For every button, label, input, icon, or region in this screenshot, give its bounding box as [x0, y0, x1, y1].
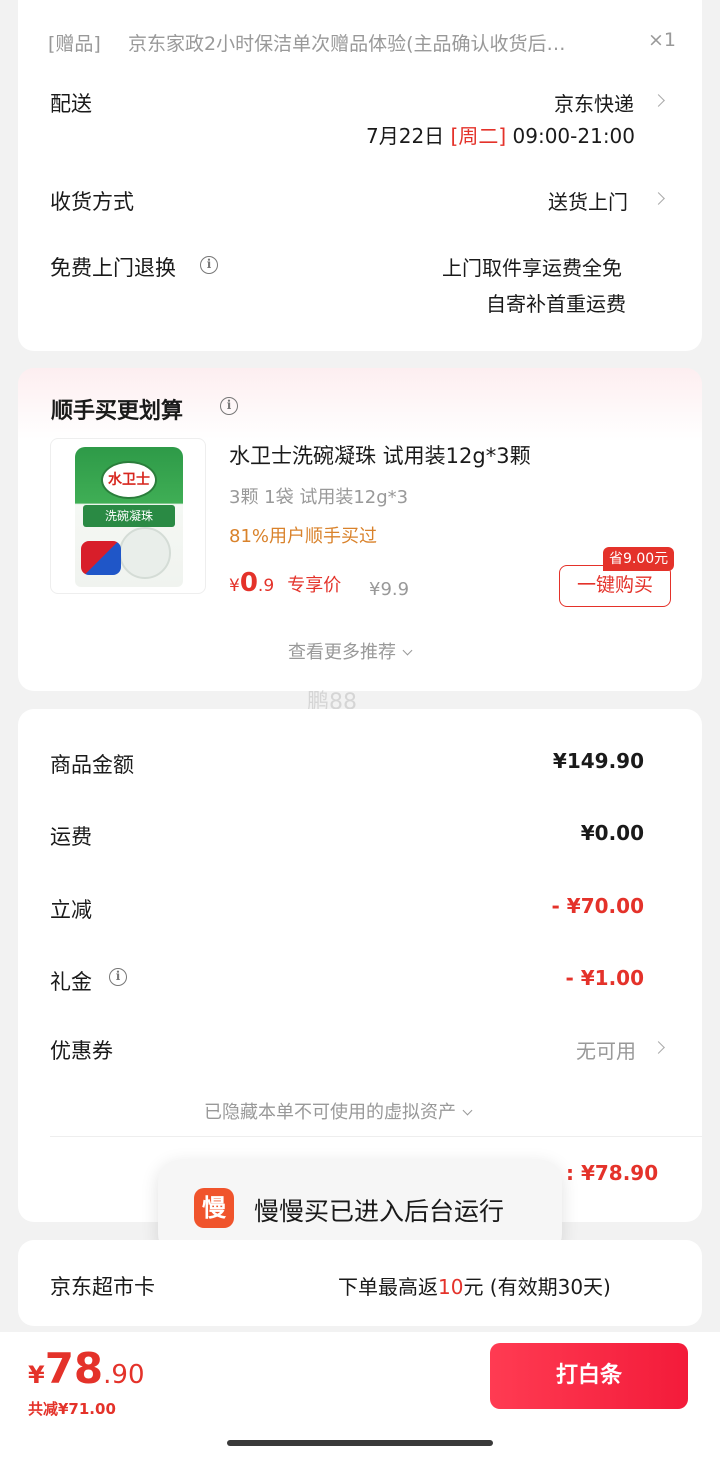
gift-money-label: 礼金 — [50, 970, 92, 994]
shipping-label: 运费 — [50, 825, 92, 849]
order-total-partial: : ¥78.90 — [566, 1161, 659, 1185]
summary-divider — [50, 1136, 702, 1137]
price-dec: .9 — [257, 576, 275, 596]
save-badge: 省9.00元 — [603, 547, 675, 571]
info-icon[interactable]: i — [200, 256, 218, 274]
product-social-proof: 81%用户顺手买过 — [229, 526, 378, 547]
hidden-assets-toggle[interactable]: 已隐藏本单不可使用的虚拟资产 — [204, 1098, 473, 1124]
info-icon[interactable]: i — [220, 397, 238, 415]
recommend-card: 顺手买更划算 i 水卫士 洗碗凝珠 水卫士洗碗凝珠 试用装12g*3颗 3颗 1… — [18, 368, 702, 691]
footer-currency: ¥ — [28, 1361, 45, 1389]
price-summary-card: 商品金额 ¥149.90 运费 ¥0.00 立减 - ¥70.00 礼金 i -… — [18, 709, 702, 1222]
gift-title[interactable]: 京东家政2小时保洁单次赠品体验(主品确认收货后… — [128, 29, 628, 56]
rebate-pre: 下单最高返 — [338, 1275, 438, 1299]
gift-tag: [赠品] — [48, 33, 101, 55]
chevron-right-icon — [652, 192, 665, 205]
chevron-right-icon — [652, 1041, 665, 1054]
footer-total-dec: .90 — [103, 1360, 145, 1390]
price-int: 0 — [239, 568, 258, 598]
discount-value: - ¥70.00 — [551, 894, 644, 918]
receive-method-label: 收货方式 — [50, 190, 134, 214]
delivery-time[interactable]: 7月22日 [周二] 09:00-21:00 — [366, 120, 635, 149]
app-icon: 慢 — [194, 1188, 234, 1228]
view-more-label: 查看更多推荐 — [288, 642, 396, 663]
free-return-line2: 自寄补首重运费 — [486, 292, 626, 316]
discount-label: 立减 — [50, 898, 92, 922]
gift-qty: ×1 — [648, 29, 677, 51]
footer-total-int: 78 — [44, 1344, 104, 1393]
footer-total: ¥78.90 — [28, 1344, 145, 1393]
chevron-right-icon — [652, 94, 665, 107]
toast-text: 慢慢买已进入后台运行 — [254, 1197, 505, 1226]
product-image[interactable]: 水卫士 洗碗凝珠 — [50, 438, 206, 594]
gift-money-value: - ¥1.00 — [565, 966, 644, 990]
coupon-label: 优惠券 — [50, 1039, 113, 1063]
rebate-post: 元 (有效期30天) — [463, 1275, 611, 1299]
supermarket-rebate: 下单最高返10元 (有效期30天) — [338, 1271, 611, 1300]
receive-method-value[interactable]: 送货上门 — [548, 186, 628, 215]
free-return-line1: 上门取件享运费全免 — [442, 256, 622, 280]
pod-graphic — [81, 541, 121, 575]
supermarket-label: 京东超市卡 — [50, 1275, 155, 1299]
pay-baitiao-button[interactable]: 打白条 — [490, 1343, 688, 1409]
product-logo: 水卫士 — [101, 461, 157, 499]
chevron-down-icon — [462, 1105, 473, 1116]
original-price: ¥9.9 — [369, 579, 410, 600]
delivery-weekday: [周二] — [450, 124, 507, 148]
delivery-carrier[interactable]: 京东快递 — [554, 88, 634, 117]
rebate-amount: 10 — [438, 1275, 464, 1299]
checkout-bar: ¥78.90 共减¥71.00 打白条 — [0, 1332, 720, 1459]
delivery-label: 配送 — [50, 92, 92, 116]
free-return-label: 免费上门退换 — [50, 256, 176, 280]
detergent-bag-image: 水卫士 洗碗凝珠 — [75, 447, 183, 587]
recommend-title: 顺手买更划算 — [51, 399, 184, 424]
delivery-date: 7月22日 — [366, 124, 445, 148]
product-band: 洗碗凝珠 — [83, 505, 175, 527]
coupon-value[interactable]: 无可用 — [576, 1035, 636, 1064]
price-label: 专享价 — [287, 575, 342, 596]
delivery-card: [赠品] 京东家政2小时保洁单次赠品体验(主品确认收货后… ×1 配送 京东快递… — [18, 0, 702, 351]
home-indicator[interactable] — [227, 1440, 493, 1446]
footer-saved: 共减¥71.00 — [28, 1400, 116, 1418]
product-name[interactable]: 水卫士洗碗凝珠 试用装12g*3颗 — [229, 440, 531, 470]
one-click-buy-button[interactable]: 一键购买 — [559, 565, 671, 607]
plate-graphic — [119, 527, 171, 579]
supermarket-card[interactable]: 京东超市卡 下单最高返10元 (有效期30天) — [18, 1240, 702, 1326]
goods-amount-label: 商品金额 — [50, 753, 134, 777]
product-spec[interactable]: 3颗 1袋 试用装12g*3 — [229, 483, 408, 509]
chevron-down-icon — [402, 645, 413, 656]
hidden-assets-label: 已隐藏本单不可使用的虚拟资产 — [204, 1102, 456, 1123]
shipping-value: ¥0.00 — [580, 821, 644, 845]
price-currency: ¥ — [229, 576, 240, 596]
product-price: ¥0.9 专享价 — [229, 568, 341, 598]
info-icon[interactable]: i — [109, 968, 127, 986]
goods-amount-value: ¥149.90 — [552, 749, 644, 773]
delivery-hours: 09:00-21:00 — [512, 124, 636, 148]
view-more-recommend[interactable]: 查看更多推荐 — [288, 638, 413, 664]
